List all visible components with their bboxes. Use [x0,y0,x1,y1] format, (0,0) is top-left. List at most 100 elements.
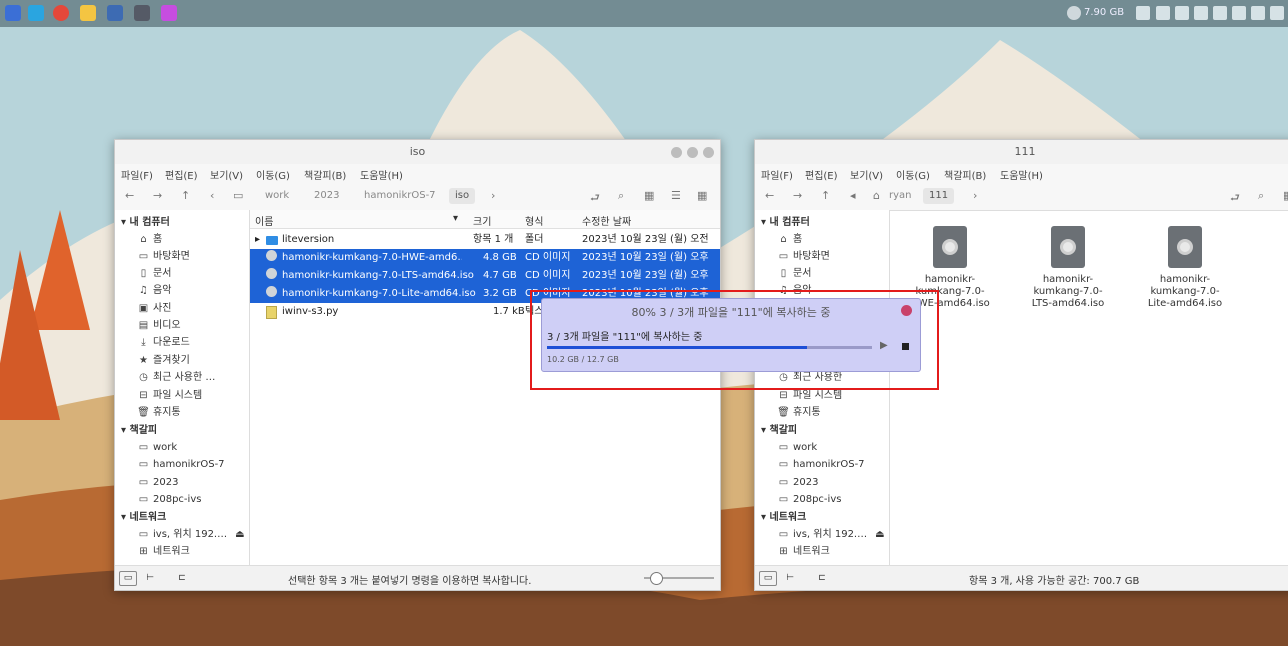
column-header-size[interactable]: 크기 [473,213,491,228]
file-row-hwe-iso[interactable]: hamonikr-kumkang-7.0-HWE-amd6… 4.8 GB CD… [250,249,720,267]
window-titlebar[interactable]: iso [115,140,720,164]
tree-view-icon[interactable]: ⊢ [781,571,799,586]
breadcrumb-right-icon[interactable]: › [491,189,495,202]
home-icon[interactable]: ⌂ [873,189,880,202]
sidebar-section-computer[interactable]: ▾ 내 컴퓨터 [761,214,810,231]
sidebar-network[interactable]: ⊞ 네트워크 [777,543,830,560]
grid-item-lite-iso[interactable]: hamonikr- kumkang-7.0- Lite-amd64.iso [1140,226,1230,310]
sidebar-item-filesystem[interactable]: ⊟ 파일 시스템 [137,387,202,404]
menu-help[interactable]: 도움말(H) [360,167,403,182]
breadcrumb-right-icon[interactable]: › [973,189,977,202]
zoom-slider-handle[interactable] [650,572,663,585]
expand-triangle-icon[interactable]: ▸ [255,231,260,249]
chrome-icon[interactable] [53,5,69,21]
sidebar-network-ivs[interactable]: ▭ ivs, 위치 192.… ⏏ [137,526,245,543]
menu-edit[interactable]: 편집(E) [805,167,838,182]
sidebar-bookmark-2023[interactable]: ▭ 2023 [777,474,819,491]
up-arrow-icon[interactable]: ↑ [821,189,830,202]
sidebar-bookmark-hamonikros7[interactable]: ▭ hamonikrOS-7 [777,456,865,473]
close-button[interactable] [703,147,714,158]
sidebar-item-videos[interactable]: ▤ 비디오 [137,317,181,334]
sidebar-bookmark-work[interactable]: ▭ work [137,439,177,456]
search-icon[interactable]: ⌕ [1258,189,1264,203]
menu-bookmarks[interactable]: 책갈피(B) [304,167,346,182]
sidebar-item-home[interactable]: ⌂ 홈 [777,231,802,248]
menu-bookmarks[interactable]: 책갈피(B) [944,167,986,182]
sidebar-bookmark-work[interactable]: ▭ work [777,439,817,456]
tray-display-icon[interactable] [1270,6,1284,20]
file-row-lts-iso[interactable]: hamonikr-kumkang-7.0-LTS-amd64.iso 4.7 G… [250,267,720,285]
menu-go[interactable]: 이동(G) [256,167,290,182]
column-header-type[interactable]: 형식 [525,213,543,228]
tray-keyboard-icon[interactable] [1175,6,1189,20]
sidebar-network[interactable]: ⊞ 네트워크 [137,543,190,560]
up-arrow-icon[interactable]: ↑ [181,189,190,202]
compact-view-icon[interactable]: ▦ [697,189,707,202]
back-arrow-icon[interactable]: ← [765,189,774,202]
forward-arrow-icon[interactable]: → [793,189,802,202]
breadcrumb-111[interactable]: 111 [923,188,955,204]
list-view-icon[interactable]: ☰ [671,189,681,202]
icon-view-icon[interactable]: ▦ [644,189,654,202]
sidebar-section-bookmarks[interactable]: ▾ 책갈피 [121,422,157,439]
back-arrow-icon[interactable]: ← [125,189,134,202]
breadcrumb-left-icon[interactable]: ◂ [850,189,856,202]
sidebar-item-home[interactable]: ⌂ 홈 [137,231,162,248]
clipboard-icon[interactable] [1136,6,1150,20]
eject-icon[interactable]: ⏏ [875,529,884,540]
sidebar-bookmark-208pc-ivs[interactable]: ▭ 208pc-ivs [137,491,202,508]
tree-view-icon[interactable]: ⊢ [141,571,159,586]
sidebar-item-desktop[interactable]: ▭ 바탕화면 [777,248,830,265]
menu-file[interactable]: 파일(F) [761,167,793,182]
menu-view[interactable]: 보기(V) [210,167,243,182]
breadcrumb-left-icon[interactable]: ‹ [210,189,214,202]
sidebar-bookmark-2023[interactable]: ▭ 2023 [137,474,179,491]
tray-bluetooth-icon[interactable] [1194,6,1208,20]
breadcrumb-ryan[interactable]: ryan [883,188,918,204]
tray-network-icon[interactable] [1232,6,1246,20]
sidebar-network-ivs[interactable]: ▭ ivs, 위치 192.… ⏏ [777,526,885,543]
menu-view[interactable]: 보기(V) [850,167,883,182]
breadcrumb-iso[interactable]: iso [449,188,476,204]
sidebar-section-computer[interactable]: ▾ 내 컴퓨터 [121,214,170,231]
sidebar-item-recent[interactable]: ◷ 최근 사용한 … [137,369,215,386]
sidebar-section-bookmarks[interactable]: ▾ 책갈피 [761,422,797,439]
collapse-sidebar-icon[interactable]: ⊏ [813,571,831,586]
sort-down-icon[interactable]: ▾ [453,213,458,224]
icon-view-icon[interactable]: ▦ [1283,189,1288,202]
file-row-liteversion[interactable]: ▸ liteversion 항목 1 개 폴더 2023년 10월 23일 (월… [250,231,720,249]
tray-printer-icon[interactable] [1251,6,1265,20]
sidebar-item-documents[interactable]: ▯ 문서 [777,265,812,282]
sidebar-item-downloads[interactable]: ⤓ 다운로드 [137,334,190,351]
folder-view-icon[interactable]: ▭ [759,571,777,586]
sidebar-item-trash[interactable]: 🗑 휴지통 [137,404,180,421]
zoom-slider[interactable] [644,572,714,585]
minimize-button[interactable] [671,147,682,158]
drive-icon[interactable]: ▭ [233,189,243,202]
column-header-name[interactable]: 이름 [255,213,273,228]
breadcrumb-hamonikros7[interactable]: hamonikrOS-7 [358,188,442,204]
eject-icon[interactable]: ⏏ [235,529,244,540]
system-monitor-icon[interactable] [107,5,123,21]
grid-item-lts-iso[interactable]: hamonikr- kumkang-7.0- LTS-amd64.iso [1023,226,1113,310]
sidebar-item-pictures[interactable]: ▣ 사진 [137,300,172,317]
sidebar-item-trash[interactable]: 🗑 휴지통 [777,404,820,421]
sidebar-item-favorites[interactable]: ★ 즐겨찾기 [137,352,190,369]
sidebar-section-network[interactable]: ▾ 네트워크 [761,509,806,526]
sidebar-bookmark-208pc-ivs[interactable]: ▭ 208pc-ivs [777,491,842,508]
menu-file[interactable]: 파일(F) [121,167,153,182]
folder-view-icon[interactable]: ▭ [119,571,137,586]
collapse-sidebar-icon[interactable]: ⊏ [173,571,191,586]
forward-arrow-icon[interactable]: → [153,189,162,202]
toggle-location-icon[interactable]: ⮐ [590,189,600,208]
tray-dropbox-icon[interactable] [1213,6,1227,20]
sidebar-bookmark-hamonikros7[interactable]: ▭ hamonikrOS-7 [137,456,225,473]
settings-icon[interactable] [134,5,150,21]
menu-edit[interactable]: 편집(E) [165,167,198,182]
toggle-location-icon[interactable]: ⮐ [1230,189,1240,208]
sidebar-item-documents[interactable]: ▯ 문서 [137,265,172,282]
search-icon[interactable]: ⌕ [618,189,624,203]
sidebar-section-network[interactable]: ▾ 네트워크 [121,509,166,526]
maximize-button[interactable] [687,147,698,158]
tray-update-icon[interactable] [1156,6,1170,20]
